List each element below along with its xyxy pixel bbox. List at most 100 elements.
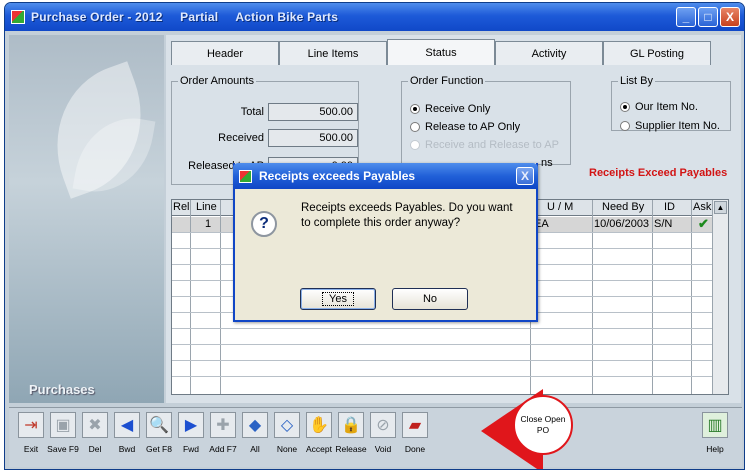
radio-our-item-no[interactable]: Our Item No. <box>620 101 698 113</box>
tab-activity[interactable]: Activity <box>495 41 603 65</box>
title-status: Partial <box>180 10 219 24</box>
window-title: Purchase Order - 2012 Partial Action Bik… <box>31 10 352 24</box>
col-header-id: ID <box>664 201 675 213</box>
radio-receive-only-label: Receive Only <box>425 103 491 115</box>
receipts-warning-text: Receipts Exceed Payables <box>589 167 728 179</box>
all-button[interactable]: ◆ All <box>239 412 271 454</box>
close-window-button[interactable]: X <box>720 7 740 27</box>
all-icon: ◆ <box>242 412 268 438</box>
total-value: 500.00 <box>268 103 358 121</box>
none-icon: ◇ <box>274 412 300 438</box>
radio-unselected-icon <box>620 121 630 131</box>
tab-header[interactable]: Header <box>171 41 279 65</box>
cell-need-by: 10/06/2003 <box>594 218 650 230</box>
toolbar-label: Release <box>335 444 367 454</box>
forward-arrow-icon: ▶ <box>178 412 204 438</box>
help-label: Help <box>706 444 724 454</box>
void-button[interactable]: ⊘ Void <box>367 412 399 454</box>
radio-supplier-item-no[interactable]: Supplier Item No. <box>620 120 720 132</box>
module-side-panel: Purchases <box>9 35 164 403</box>
cell-id: S/N <box>654 218 673 230</box>
done-button[interactable]: ▰ Done <box>399 412 431 454</box>
radio-release-to-ap-only[interactable]: Release to AP Only <box>410 121 520 133</box>
list-by-legend: List By <box>620 75 654 87</box>
none-button[interactable]: ◇ None <box>271 412 303 454</box>
radio-selected-icon <box>620 102 630 112</box>
dialog-app-icon <box>239 170 252 183</box>
back-arrow-icon: ◀ <box>114 412 140 438</box>
tab-status[interactable]: Status <box>387 39 495 65</box>
radio-our-item-no-label: Our Item No. <box>635 101 698 113</box>
del-button[interactable]: ✖ Del <box>79 412 111 454</box>
exit-button[interactable]: ⇥ Exit <box>15 412 47 454</box>
radio-selected-icon <box>410 104 420 114</box>
get-f8-button[interactable]: 🔍 Get F8 <box>143 412 175 454</box>
close-open-po-callout: Close Open PO <box>513 395 573 455</box>
order-function-group: Order Function Receive Only Release to A… <box>401 75 571 169</box>
save-icon: ▣ <box>50 412 76 438</box>
title-bar[interactable]: Purchase Order - 2012 Partial Action Bik… <box>5 3 744 31</box>
radio-partial-hidden: ns <box>541 157 553 169</box>
minimize-button[interactable]: _ <box>676 7 696 27</box>
col-header-rel: Rel <box>173 201 190 213</box>
dialog-message: Receipts exceeds Payables. Do you want t… <box>301 202 513 229</box>
title-vendor: Action Bike Parts <box>235 10 339 24</box>
radio-release-to-ap-only-label: Release to AP Only <box>425 121 521 133</box>
toolbar-label: Bwd <box>118 444 136 454</box>
col-header-ask: Ask <box>693 201 712 213</box>
dialog-title-bar[interactable]: Receipts exceeds Payables X <box>233 163 538 189</box>
add-f7-button[interactable]: ✚ Add F7 <box>207 412 239 454</box>
col-header-need-by: Need By <box>602 201 645 213</box>
radio-supplier-item-no-label: Supplier Item No. <box>635 120 720 132</box>
trash-icon: ✖ <box>82 412 108 438</box>
dialog-title: Receipts exceeds Payables <box>259 169 416 183</box>
yes-button[interactable]: Yes <box>300 288 376 310</box>
col-header-um: U / M <box>547 201 574 213</box>
received-label: Received <box>218 132 264 144</box>
bottom-toolbar: ⇥ Exit ▣ Save F9 ✖ Del ◀ Bwd 🔍 Get F8 ▶ Fwd ✚ Add F7 ◆… <box>9 407 742 467</box>
plus-icon: ✚ <box>210 412 236 438</box>
toolbar-label: Void <box>374 444 392 454</box>
help-icon: ▥ <box>702 412 728 438</box>
question-icon: ? <box>251 211 277 237</box>
scroll-up-icon[interactable]: ▲ <box>714 201 727 214</box>
toolbar-label: Done <box>404 444 426 454</box>
fwd-button[interactable]: ▶ Fwd <box>175 412 207 454</box>
received-value: 500.00 <box>268 129 358 147</box>
radio-unselected-icon <box>410 122 420 132</box>
app-icon <box>11 10 25 24</box>
toolbar-label: Get F8 <box>146 444 172 454</box>
radio-receive-and-release: Receive and Release to AP <box>410 139 559 151</box>
padlock-icon: 🔒 <box>338 412 364 438</box>
help-button[interactable]: ▥ Help <box>699 412 731 454</box>
tab-gl-posting[interactable]: GL Posting <box>603 41 711 65</box>
list-by-group: List By Our Item No. Supplier Item No. <box>611 75 731 132</box>
radio-disabled-icon <box>410 140 420 150</box>
save-f9-button[interactable]: ▣ Save F9 <box>47 412 79 454</box>
total-label: Total <box>240 106 264 118</box>
toolbar-label: Exit <box>23 444 39 454</box>
bwd-button[interactable]: ◀ Bwd <box>111 412 143 454</box>
no-button[interactable]: No <box>392 288 468 310</box>
order-function-legend: Order Function <box>410 75 484 87</box>
checkmark-icon[interactable]: ✔ <box>698 216 709 232</box>
app-window: Purchase Order - 2012 Partial Action Bik… <box>4 2 745 470</box>
release-button[interactable]: 🔒 Release <box>335 412 367 454</box>
radio-partial-hidden-label: ns <box>541 157 553 169</box>
toolbar-label: Accept <box>306 444 332 454</box>
exit-icon: ⇥ <box>18 412 44 438</box>
col-header-line: Line <box>196 201 217 213</box>
radio-receive-only[interactable]: Receive Only <box>410 103 490 115</box>
tab-line-items[interactable]: Line Items <box>279 41 387 65</box>
toolbar-label: Fwd <box>182 444 200 454</box>
title-document: Purchase Order - 2012 <box>31 10 163 24</box>
grid-scrollbar[interactable]: ▲ <box>712 200 728 394</box>
magnifier-icon: 🔍 <box>146 412 172 438</box>
maximize-button[interactable]: □ <box>698 7 718 27</box>
toolbar-label: Del <box>88 444 102 454</box>
cell-line: 1 <box>205 218 212 230</box>
accept-button[interactable]: ✋ Accept <box>303 412 335 454</box>
dialog-close-button[interactable]: X <box>516 167 534 185</box>
yes-label: Yes <box>322 292 354 306</box>
module-label: Purchases <box>29 382 95 397</box>
